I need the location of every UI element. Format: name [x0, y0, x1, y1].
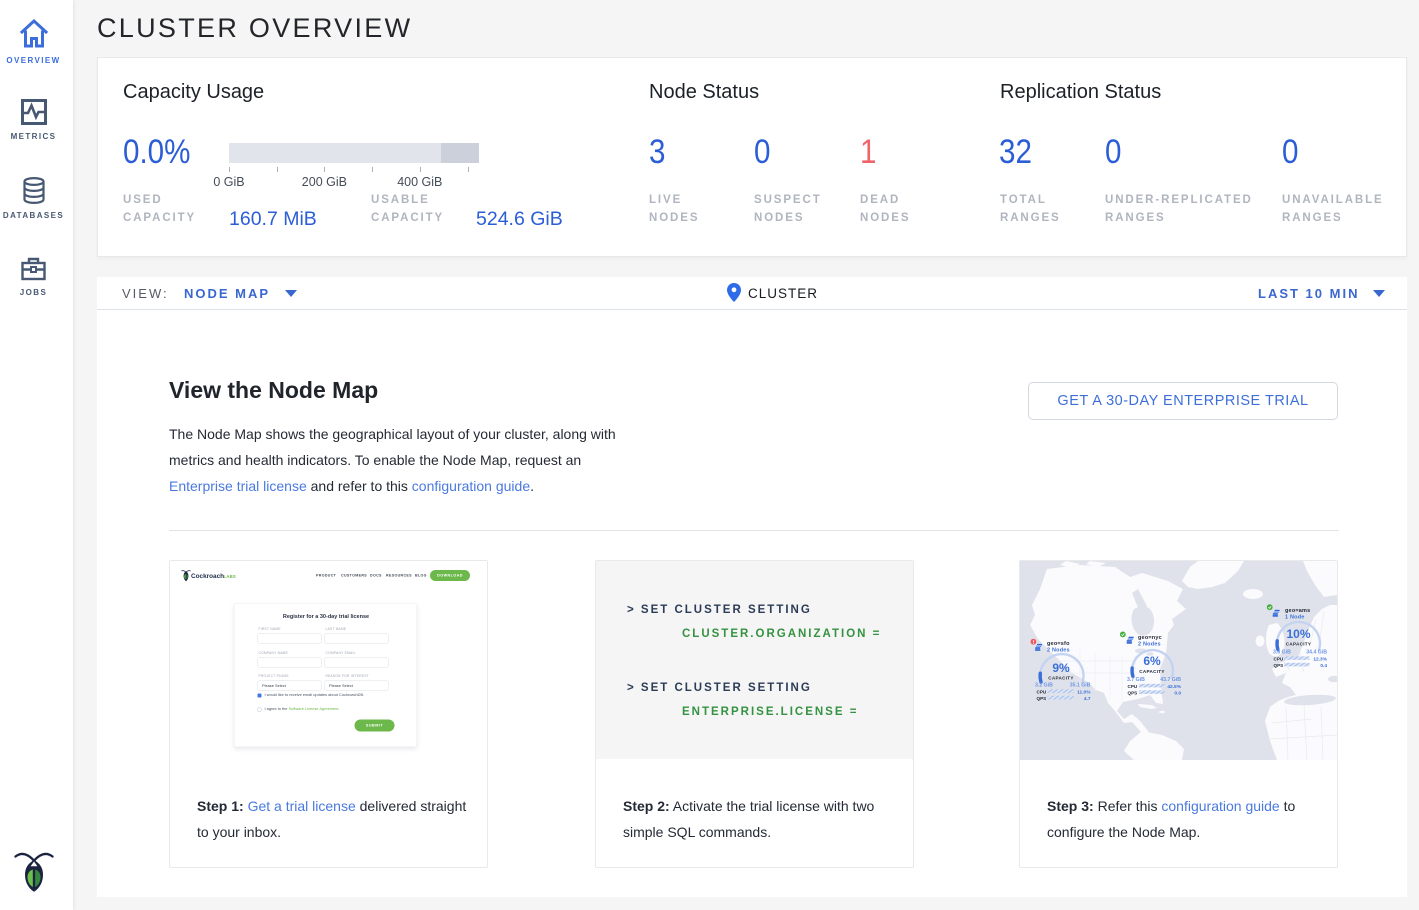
svg-text:CPU: CPU — [1037, 689, 1047, 694]
svg-text:0.4: 0.4 — [1320, 663, 1327, 669]
svg-text:3.2 GiB: 3.2 GiB — [1035, 683, 1053, 689]
svg-text:42.5%: 42.5% — [1167, 684, 1181, 690]
svg-text:9%: 9% — [1052, 661, 1070, 675]
svg-text:QPS: QPS — [1037, 696, 1047, 701]
svg-text:CAPACITY: CAPACITY — [1048, 676, 1074, 681]
svg-text:geo=sfo: geo=sfo — [1047, 641, 1070, 647]
svg-text:43.7 GiB: 43.7 GiB — [1160, 677, 1181, 683]
svg-text:3.6 GiB: 3.6 GiB — [1273, 650, 1291, 656]
svg-text:34.4 GiB: 34.4 GiB — [1306, 650, 1327, 656]
svg-text:Cockroach: Cockroach — [191, 573, 224, 580]
svg-text:4.7: 4.7 — [1084, 696, 1091, 702]
svg-text:QPS: QPS — [1274, 663, 1284, 668]
svg-text:11.0%: 11.0% — [1077, 689, 1091, 695]
svg-text:2 Nodes: 2 Nodes — [1047, 648, 1070, 654]
svg-text:0.0: 0.0 — [1174, 690, 1181, 696]
svg-text:10%: 10% — [1286, 627, 1310, 641]
svg-text:geo=nyc: geo=nyc — [1138, 635, 1162, 641]
svg-text:2 Nodes: 2 Nodes — [1138, 642, 1161, 648]
svg-text:35.1 GiB: 35.1 GiB — [1070, 683, 1091, 689]
svg-text:6%: 6% — [1143, 654, 1161, 668]
svg-text:CAPACITY: CAPACITY — [1286, 642, 1312, 647]
svg-text:CPU: CPU — [1274, 656, 1284, 661]
svg-text:3.7 GiB: 3.7 GiB — [1127, 677, 1145, 683]
svg-text:QPS: QPS — [1128, 690, 1138, 695]
svg-text:1 Node: 1 Node — [1285, 615, 1305, 621]
svg-text:LABS: LABS — [224, 574, 237, 579]
svg-text:geo=ams: geo=ams — [1285, 608, 1310, 614]
svg-text:12.3%: 12.3% — [1313, 656, 1327, 662]
svg-text:CPU: CPU — [1128, 684, 1138, 689]
svg-text:CAPACITY: CAPACITY — [1139, 669, 1165, 674]
